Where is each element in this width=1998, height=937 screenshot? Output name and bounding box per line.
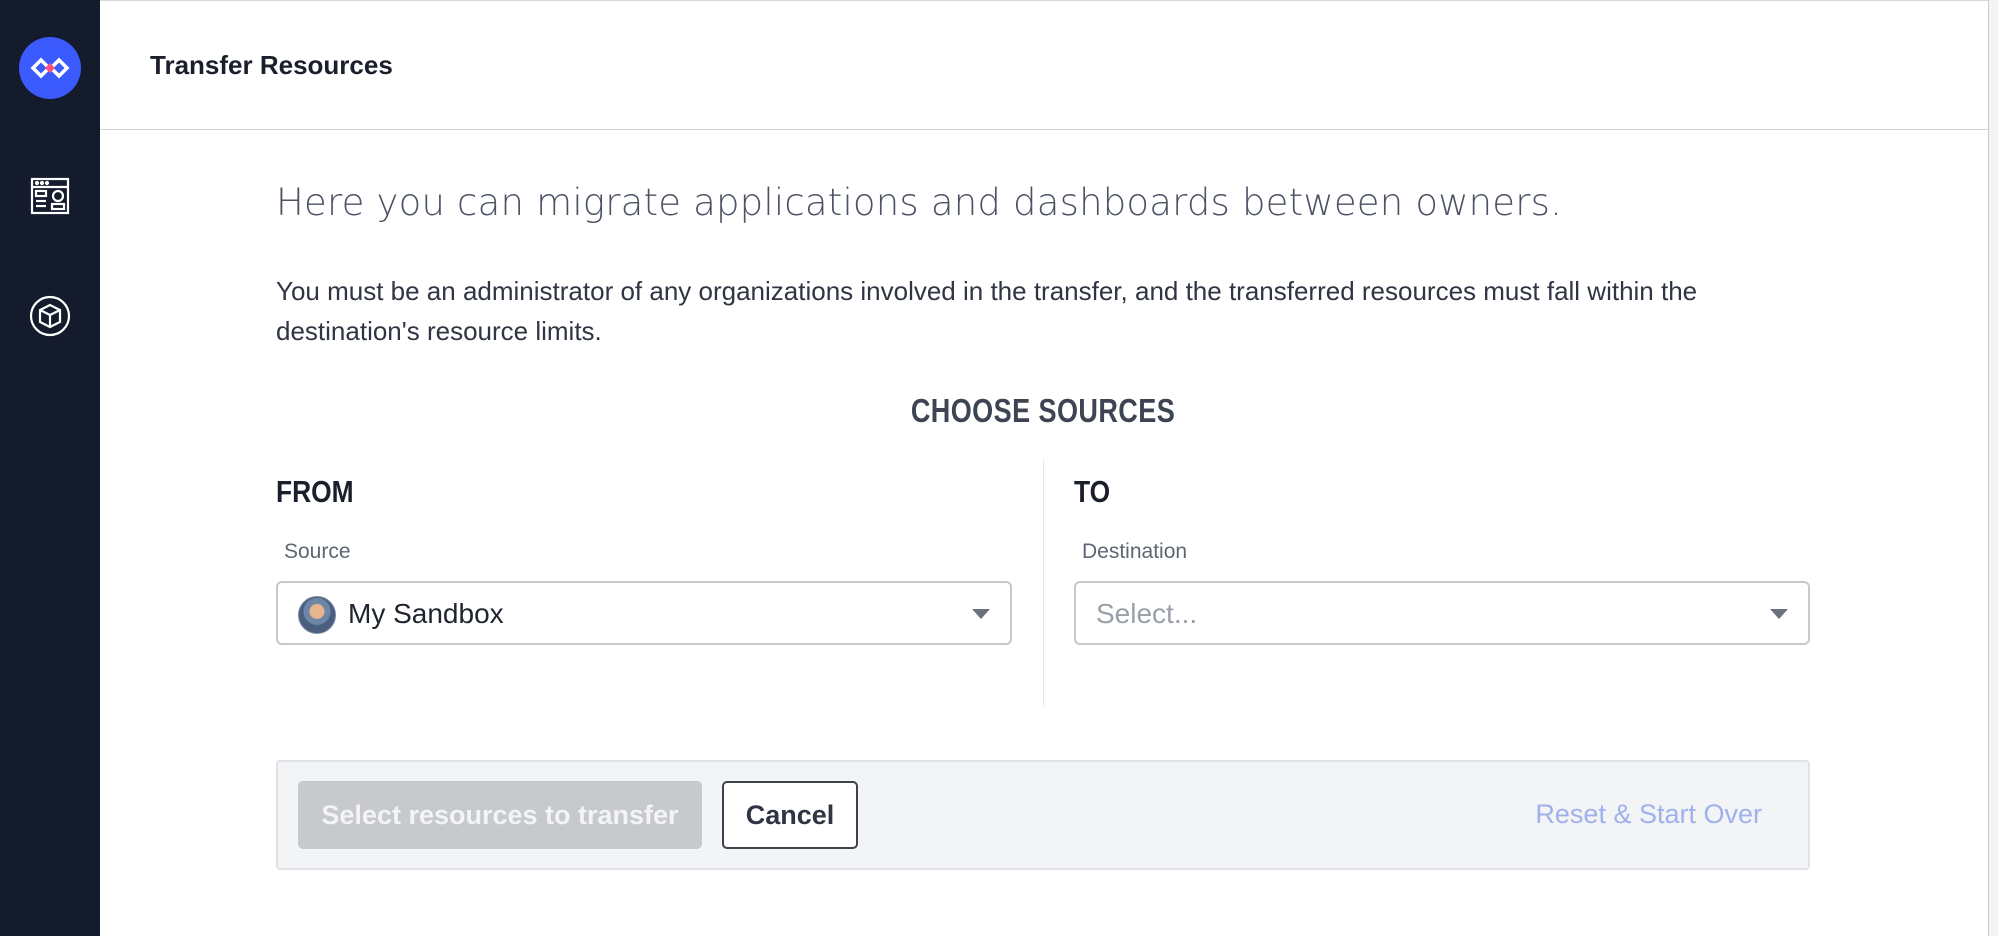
sidebar	[0, 0, 100, 936]
destination-select[interactable]: Select...	[1074, 581, 1810, 645]
to-heading: TO	[1074, 474, 1111, 509]
app-logo-icon[interactable]	[19, 37, 81, 99]
main-panel: Transfer Resources Here you can migrate …	[100, 0, 1988, 937]
page-header: Transfer Resources	[100, 1, 1988, 130]
action-bar: Select resources to transfer Cancel Rese…	[276, 760, 1810, 870]
cancel-button[interactable]: Cancel	[722, 781, 858, 849]
description-text: You must be an administrator of any orga…	[276, 276, 1698, 346]
cube-icon[interactable]	[28, 294, 72, 338]
chevron-down-icon[interactable]	[972, 609, 990, 619]
avatar	[298, 596, 336, 634]
chevron-down-icon[interactable]	[1770, 609, 1788, 619]
column-divider	[1043, 459, 1044, 707]
page-title: Transfer Resources	[150, 50, 393, 80]
source-select[interactable]: My Sandbox	[276, 581, 1012, 645]
background-window-edge	[1988, 0, 1998, 936]
reset-start-over-link[interactable]: Reset & Start Over	[1535, 799, 1762, 830]
destination-label: Destination	[1082, 540, 1188, 563]
choose-sources-heading: CHOOSE SOURCES	[910, 392, 1176, 429]
source-select-value: My Sandbox	[348, 598, 504, 629]
select-resources-button[interactable]: Select resources to transfer	[298, 781, 702, 849]
dashboard-layout-icon[interactable]	[28, 174, 72, 218]
intro-text: Here you can migrate applications and da…	[276, 181, 1563, 224]
source-label: Source	[284, 540, 351, 563]
destination-select-placeholder: Select...	[1096, 598, 1198, 629]
from-heading: FROM	[276, 474, 354, 509]
